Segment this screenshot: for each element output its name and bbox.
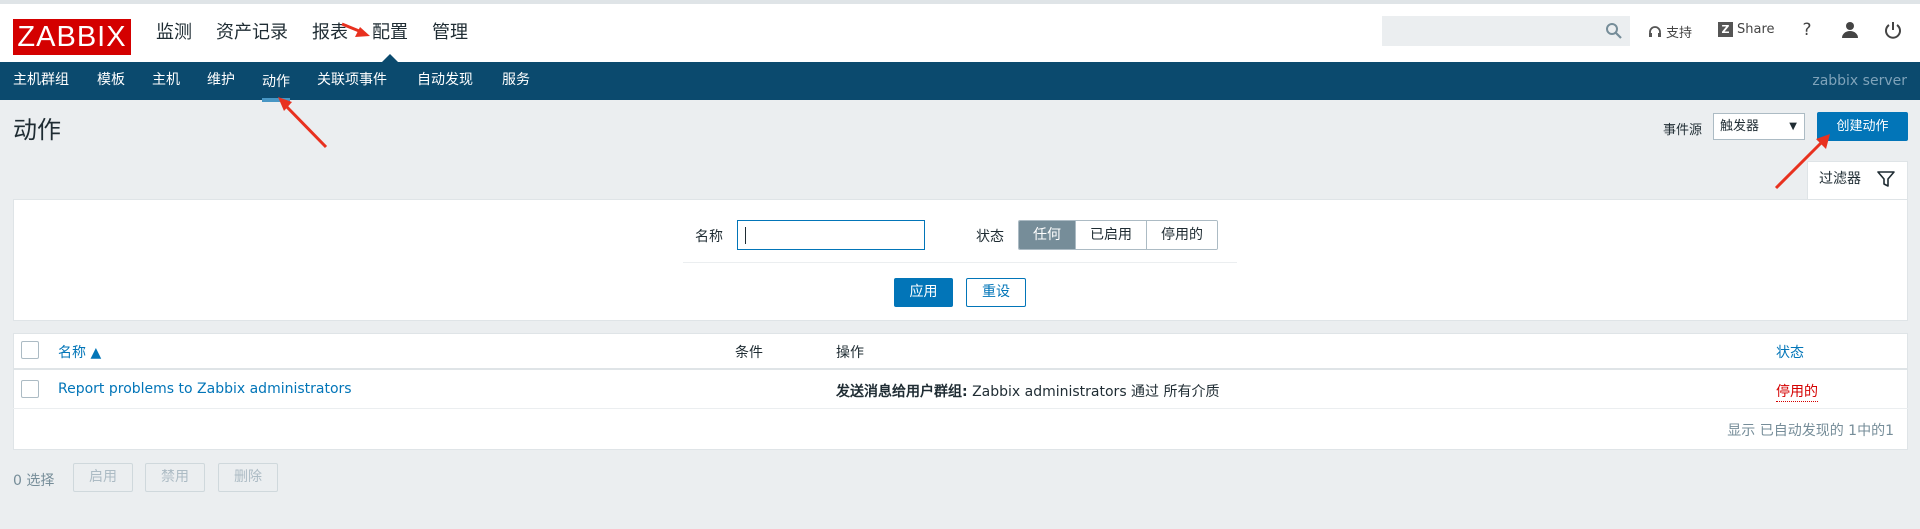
header-divider — [13, 368, 1908, 370]
row-divider — [13, 408, 1908, 409]
support-link[interactable]: 支持 — [1648, 22, 1692, 41]
column-header-conditions: 条件 — [735, 345, 763, 361]
filter-divider — [683, 262, 1237, 263]
filter-name-label: 名称 — [695, 229, 723, 245]
user-profile-icon[interactable] — [1840, 20, 1860, 40]
action-name-link[interactable]: Report problems to Zabbix administrators — [58, 381, 352, 397]
action-operation: 发送消息给用户群组: Zabbix administrators 通过 所有介质 — [836, 381, 1220, 401]
main-menu-monitoring[interactable]: 监测 — [156, 4, 192, 62]
help-icon[interactable]: ? — [1797, 20, 1817, 40]
share-link[interactable]: Z Share — [1718, 22, 1775, 37]
arrow-annotation-actions — [278, 97, 328, 149]
row-checkbox[interactable] — [21, 380, 39, 398]
sub-menu-services[interactable]: 服务 — [502, 62, 530, 98]
mass-delete-button[interactable]: 删除 — [218, 463, 278, 492]
sub-menu-host-groups[interactable]: 主机群组 — [13, 62, 69, 98]
main-menu: 监测 资产记录 报表 配置 管理 — [156, 4, 492, 62]
support-label: 支持 — [1666, 26, 1693, 41]
event-source-select[interactable]: 触发器 ▼ — [1713, 113, 1805, 140]
zabbix-share-icon: Z — [1718, 22, 1733, 37]
main-menu-reports[interactable]: 报表 — [312, 4, 348, 62]
select-all-checkbox[interactable] — [21, 341, 39, 359]
column-header-name[interactable]: 名称 ▲ — [58, 342, 101, 362]
power-icon[interactable] — [1883, 20, 1903, 40]
dropdown-arrow-icon: ▼ — [1789, 121, 1797, 132]
share-label: Share — [1737, 22, 1775, 37]
main-menu-configuration[interactable]: 配置 — [372, 4, 408, 62]
column-header-operations: 操作 — [836, 345, 864, 361]
zabbix-logo[interactable]: ZABBIX — [13, 19, 131, 55]
filter-status-segmented: 任何 已启用 停用的 — [1018, 220, 1218, 250]
operation-type: 发送消息给用户群组: — [836, 384, 968, 400]
headset-icon — [1649, 25, 1661, 37]
filter-tab-label: 过滤器 — [1819, 171, 1861, 187]
event-source-value: 触发器 — [1720, 119, 1760, 134]
create-action-button[interactable]: 创建动作 — [1817, 112, 1908, 141]
sub-menu-event-correlation[interactable]: 关联项事件 — [317, 62, 387, 98]
mass-disable-button[interactable]: 禁用 — [145, 463, 205, 492]
operation-detail: Zabbix administrators 通过 所有介质 — [972, 384, 1220, 400]
search-icon[interactable] — [1605, 22, 1623, 40]
status-option-any[interactable]: 任何 — [1019, 221, 1075, 249]
selected-count: 0 选择 — [13, 473, 55, 489]
reset-button[interactable]: 重设 — [966, 278, 1026, 307]
apply-button[interactable]: 应用 — [894, 278, 953, 307]
filter-status-label: 状态 — [976, 229, 1004, 245]
sub-menu-hosts[interactable]: 主机 — [152, 62, 180, 98]
sub-menu: 主机群组 模板 主机 维护 动作 关联项事件 自动发现 服务 zabbix se… — [0, 62, 1920, 102]
status-badge[interactable]: 停用的 — [1776, 381, 1818, 402]
top-header: ZABBIX 监测 资产记录 报表 配置 管理 — [0, 0, 1920, 62]
filter-tab[interactable]: 过滤器 — [1807, 161, 1908, 199]
text-cursor — [745, 227, 746, 244]
mass-enable-button[interactable]: 启用 — [73, 463, 133, 492]
main-menu-inventory[interactable]: 资产记录 — [216, 4, 288, 62]
page-title: 动作 — [13, 116, 61, 144]
server-name: zabbix server — [1812, 73, 1907, 89]
filter-panel — [13, 199, 1908, 321]
sub-menu-maintenance[interactable]: 维护 — [207, 62, 235, 98]
search-input[interactable] — [1382, 16, 1630, 46]
sub-menu-actions[interactable]: 动作 — [262, 66, 290, 102]
table-footer-count: 显示 已自动发现的 1中的1 — [1727, 423, 1894, 439]
main-menu-administration[interactable]: 管理 — [432, 4, 468, 62]
sub-menu-discovery[interactable]: 自动发现 — [417, 62, 473, 98]
status-option-enabled[interactable]: 已启用 — [1075, 221, 1146, 249]
column-header-status[interactable]: 状态 — [1776, 342, 1804, 362]
event-source-label: 事件源 — [1663, 123, 1703, 138]
filter-name-input[interactable] — [737, 220, 925, 250]
sub-menu-templates[interactable]: 模板 — [97, 62, 125, 98]
funnel-icon — [1877, 171, 1895, 187]
status-option-disabled[interactable]: 停用的 — [1146, 221, 1217, 249]
